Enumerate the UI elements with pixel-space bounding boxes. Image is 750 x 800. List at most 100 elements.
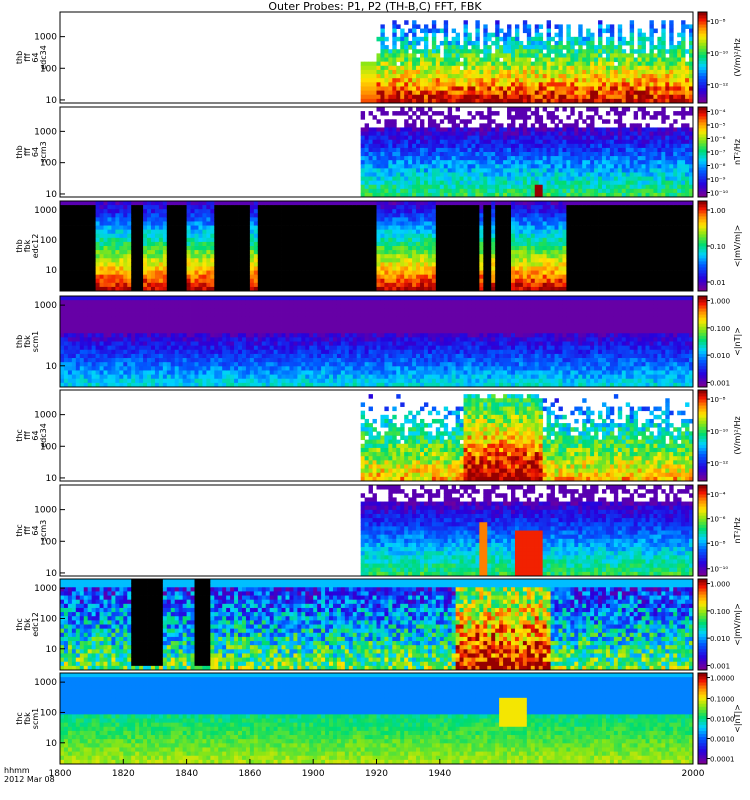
heatmap-cell xyxy=(641,180,646,186)
heatmap-cell xyxy=(550,164,555,169)
heatmap-cell xyxy=(574,61,579,67)
heatmap-cell xyxy=(511,36,516,42)
heatmap-cell xyxy=(487,156,492,161)
heatmap-cell xyxy=(447,69,453,75)
heatmap-cell xyxy=(392,229,397,235)
heatmap-cell xyxy=(103,278,108,284)
heatmap-cell xyxy=(435,135,441,141)
heatmap-cell xyxy=(404,184,409,190)
colorbar-segment xyxy=(698,131,707,135)
heatmap-cell xyxy=(190,270,195,276)
heatmap-cell xyxy=(408,188,413,194)
heatmap-cell xyxy=(119,262,124,267)
heatmap-cell xyxy=(210,250,215,255)
heatmap-cell xyxy=(427,94,433,100)
heatmap-cell xyxy=(522,156,528,161)
heatmap-cell xyxy=(475,32,480,38)
heatmap-cell xyxy=(356,241,362,247)
heatmap-cell xyxy=(63,274,69,280)
colorbar-segment xyxy=(698,167,707,171)
heatmap-cell xyxy=(87,266,93,271)
heatmap-cell xyxy=(170,266,176,271)
heatmap-cell xyxy=(71,282,77,288)
heatmap-cell xyxy=(447,94,453,100)
heatmap-cell xyxy=(317,229,322,235)
heatmap-cell xyxy=(214,262,219,267)
heatmap-cell xyxy=(135,250,140,255)
heatmap-cell xyxy=(416,164,421,169)
heatmap-cell xyxy=(503,147,508,153)
heatmap-cell xyxy=(598,86,603,91)
heatmap-cell xyxy=(206,278,211,284)
heatmap-cell xyxy=(356,266,362,271)
heatmap-cell xyxy=(479,78,484,83)
heatmap-cell xyxy=(340,241,346,247)
heatmap-cell xyxy=(661,160,666,165)
heatmap-cell xyxy=(530,164,536,169)
heatmap-cell xyxy=(681,152,686,157)
heatmap-cell xyxy=(594,57,599,63)
heatmap-cell xyxy=(455,172,460,177)
heatmap-cell xyxy=(368,241,373,247)
heatmap-cell xyxy=(681,36,686,42)
heatmap-cell xyxy=(514,61,520,67)
heatmap-cell xyxy=(542,139,548,145)
heatmap-cell xyxy=(412,69,417,75)
heatmap-cell xyxy=(174,282,180,288)
heatmap-cell xyxy=(400,201,405,206)
heatmap-cell xyxy=(75,246,81,251)
heatmap-cell xyxy=(661,49,666,54)
heatmap-cell xyxy=(479,86,484,91)
heatmap-cell xyxy=(495,160,500,165)
heatmap-cell xyxy=(388,217,393,222)
heatmap-cell xyxy=(661,176,666,182)
heatmap-cell xyxy=(408,156,413,161)
heatmap-cell xyxy=(471,180,476,186)
heatmap-cell xyxy=(633,152,639,157)
heatmap-cell xyxy=(67,229,73,235)
heatmap-cell xyxy=(649,127,654,132)
heatmap-cell xyxy=(119,254,124,259)
heatmap-cell xyxy=(111,205,116,210)
heatmap-cell xyxy=(380,111,385,116)
heatmap-cell xyxy=(392,36,397,42)
heatmap-cell xyxy=(459,94,464,100)
heatmap-cell xyxy=(463,152,468,157)
heatmap-cell xyxy=(574,160,579,165)
heatmap-cell xyxy=(530,111,536,116)
heatmap-cell xyxy=(522,168,528,173)
heatmap-cell xyxy=(550,65,555,71)
heatmap-cell xyxy=(174,201,180,206)
heatmap-cell xyxy=(451,36,457,42)
heatmap-cell xyxy=(230,205,235,210)
heatmap-cell xyxy=(340,262,346,267)
heatmap-cell xyxy=(305,282,310,288)
heatmap-cell xyxy=(491,180,496,186)
heatmap-cell xyxy=(530,127,536,132)
heatmap-cell xyxy=(578,74,583,79)
heatmap-cell xyxy=(83,209,89,214)
heatmap-cell xyxy=(400,152,405,157)
heatmap-cell xyxy=(570,123,575,128)
heatmap-cell xyxy=(135,258,140,263)
heatmap-cell xyxy=(590,61,595,67)
heatmap-cell xyxy=(570,131,575,137)
heatmap-cell xyxy=(297,237,302,243)
heatmap-cell xyxy=(538,36,544,42)
heatmap-cell xyxy=(598,156,603,161)
heatmap-cell xyxy=(609,90,615,96)
heatmap-cell xyxy=(621,127,627,132)
heatmap-cell xyxy=(297,213,302,218)
heatmap-cell xyxy=(360,180,366,186)
heatmap-cell xyxy=(649,143,654,149)
heatmap-cell xyxy=(309,270,314,276)
heatmap-cell xyxy=(633,127,639,132)
heatmap-cell xyxy=(388,94,393,100)
colorbar-segment xyxy=(698,27,707,31)
heatmap-cell xyxy=(685,74,690,79)
heatmap-cell xyxy=(653,139,658,145)
heatmap-cell xyxy=(154,213,160,218)
heatmap-cell xyxy=(609,94,615,100)
heatmap-cell xyxy=(416,156,421,161)
heatmap-cell xyxy=(154,250,160,255)
